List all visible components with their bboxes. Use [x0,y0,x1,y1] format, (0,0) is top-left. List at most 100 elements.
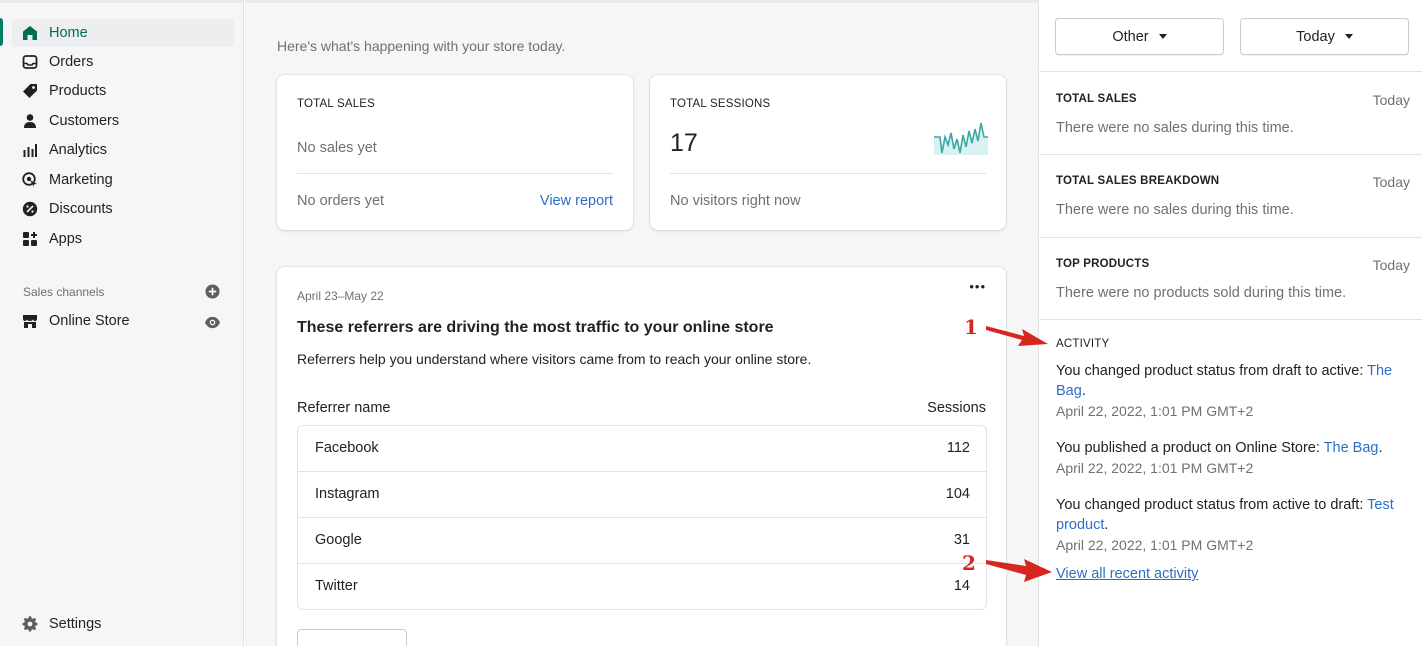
tag-icon [22,83,38,99]
referrer-sessions: 112 [946,440,970,456]
table-row: Twitter 14 [298,563,986,608]
active-indicator [0,18,3,46]
total-sessions-card: TOTAL SESSIONS 17 No visitors right now [650,75,1006,230]
sales-channels-heading: Sales channels [23,285,105,299]
view-report-link[interactable]: View report [540,193,613,209]
referrer-sessions: 31 [953,532,970,548]
sidebar-item-online-store[interactable]: Online Store [12,307,234,335]
activity-item: You published a product on Online Store:… [1056,438,1401,458]
period-filter-label: Today [1296,28,1335,45]
activity-text: You changed product status from active t… [1056,497,1368,513]
table-row: Google 31 [298,517,986,562]
table-row: Facebook 112 [298,426,986,471]
add-channel-icon[interactable] [205,284,220,299]
person-icon [22,113,38,129]
target-icon [22,172,38,188]
referrers-card: April 23–May 22 ••• These referrers are … [277,267,1006,646]
section-period: Today [1372,174,1410,190]
discount-icon [22,201,38,217]
activity-text: You published a product on Online Store: [1056,440,1324,456]
referrers-title: These referrers are driving the most tra… [297,319,774,336]
sessions-count: 17 [670,129,698,157]
referrer-name: Twitter [315,578,358,594]
annotation-number-1: 1 [964,315,978,339]
apps-icon [22,231,38,247]
sidebar-item-apps[interactable]: Apps [12,225,234,253]
activity-end: . [1378,440,1383,456]
caret-down-icon [1344,34,1353,39]
activity-item: You changed product status from draft to… [1056,361,1401,401]
activity-end: . [1104,517,1109,533]
sidebar-item-products[interactable]: Products [12,77,234,105]
more-actions-icon[interactable]: ••• [969,279,986,294]
channel-filter-button[interactable]: Other [1055,18,1224,55]
divider [297,173,613,174]
referrers-description: Referrers help you understand where visi… [297,351,812,367]
activity-title: ACTIVITY [1056,338,1110,350]
section-title: TOTAL SALES BREAKDOWN [1056,175,1220,187]
card-label: TOTAL SESSIONS [670,98,771,110]
view-report-button[interactable] [297,629,407,646]
eye-icon[interactable] [204,315,221,330]
divider [1039,154,1422,155]
sidebar-item-customers[interactable]: Customers [12,107,234,135]
caret-down-icon [1158,34,1167,39]
sidebar-item-home[interactable]: Home [12,19,234,47]
sidebar: Home Orders Products Customers Analytics… [0,0,244,646]
activity-time: April 22, 2022, 1:01 PM GMT+2 [1056,460,1254,476]
sidebar-item-analytics[interactable]: Analytics [12,136,234,164]
divider [1039,71,1422,72]
referrer-sessions: 14 [953,578,970,594]
total-sales-card: TOTAL SALES No sales yet No orders yet V… [277,75,633,230]
column-header-sessions: Sessions [927,400,986,416]
card-label: TOTAL SALES [297,98,376,110]
main-top-border [245,0,1038,3]
activity-link[interactable]: The Bag [1324,440,1379,456]
main-content: Here's what's happening with your store … [245,0,1038,646]
section-period: Today [1372,92,1410,108]
activity-time: April 22, 2022, 1:01 PM GMT+2 [1056,537,1254,553]
period-filter-button[interactable]: Today [1240,18,1409,55]
sidebar-item-label: Settings [49,616,102,632]
section-text: There were no products sold during this … [1056,285,1347,301]
sidebar-item-discounts[interactable]: Discounts [12,195,234,223]
referrer-name: Instagram [315,486,380,502]
sidebar-top-border [0,0,244,3]
section-text: There were no sales during this time. [1056,120,1294,136]
bar-chart-icon [22,142,38,158]
divider [670,173,986,174]
sidebar-item-label: Marketing [49,172,113,188]
sessions-sparkline [934,122,988,155]
section-period: Today [1372,257,1410,273]
referrer-sessions: 104 [945,486,970,502]
view-all-activity-link[interactable]: View all recent activity [1056,564,1401,584]
divider [1039,319,1422,320]
referrers-table: Facebook 112 Instagram 104 Google 31 Twi… [297,425,987,610]
activity-end: . [1081,383,1086,399]
sidebar-item-label: Customers [49,113,120,129]
sidebar-item-settings[interactable]: Settings [12,610,234,638]
sidebar-item-label: Home [49,25,88,41]
date-range: April 23–May 22 [297,289,384,303]
column-header-name: Referrer name [297,400,391,416]
referrer-name: Facebook [315,440,379,456]
sidebar-item-label: Orders [49,54,94,70]
visitors-status: No visitors right now [670,193,801,209]
section-title: TOP PRODUCTS [1056,258,1150,270]
sidebar-item-orders[interactable]: Orders [12,48,234,76]
right-panel: Other Today TOTAL SALES Today There were… [1038,0,1422,646]
referrer-name: Google [315,532,362,548]
section-title: TOTAL SALES [1056,93,1137,105]
sidebar-item-label: Apps [49,231,83,247]
gear-icon [22,616,38,632]
sidebar-item-marketing[interactable]: Marketing [12,166,234,194]
activity-time: April 22, 2022, 1:01 PM GMT+2 [1056,403,1254,419]
sidebar-item-label: Analytics [49,142,108,158]
channel-filter-label: Other [1112,28,1149,45]
annotation-arrow-2 [986,559,1052,582]
section-text: There were no sales during this time. [1056,202,1294,218]
page-greeting: Here's what's happening with your store … [277,38,566,54]
annotation-arrow-1 [986,326,1048,346]
sidebar-item-label: Online Store [49,313,130,329]
sidebar-item-label: Discounts [49,201,113,217]
